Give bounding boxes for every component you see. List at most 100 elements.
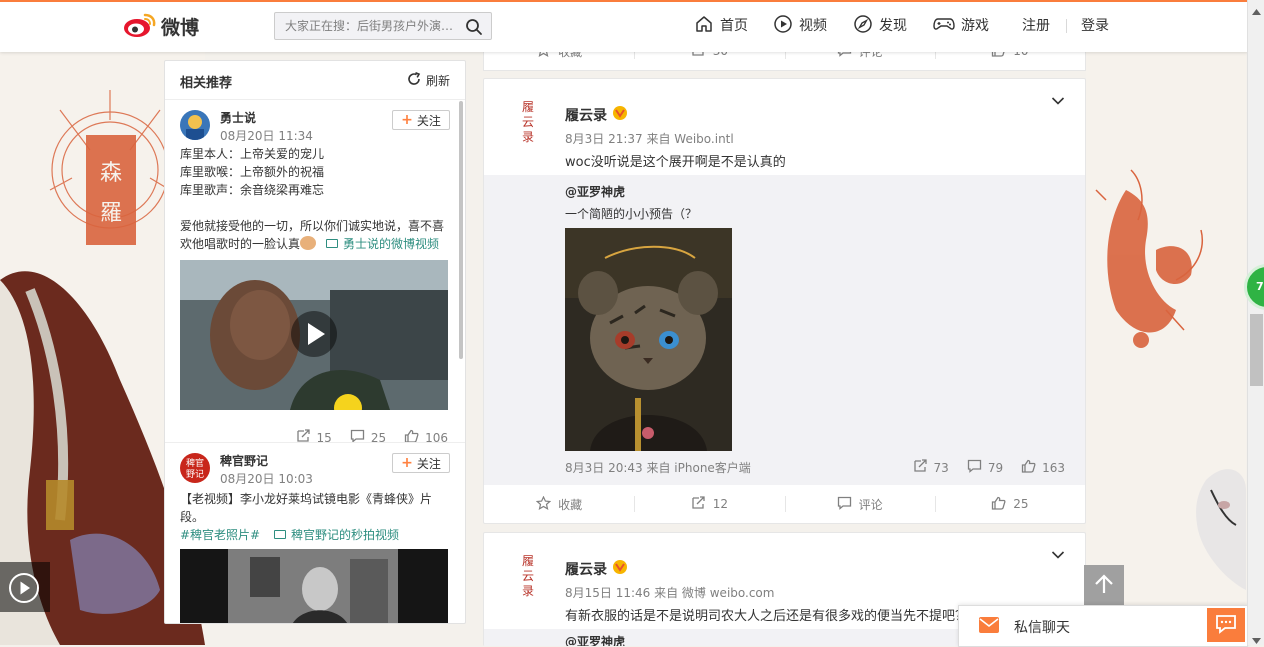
weibo-logo[interactable]: 微博: [123, 11, 199, 42]
follow-button[interactable]: + 关注: [392, 110, 450, 130]
weibo-logo-text: 微博: [161, 17, 200, 39]
refresh-label: 刷新: [425, 74, 450, 88]
nav-discover[interactable]: 发现: [853, 14, 907, 38]
chat-open-button[interactable]: [1207, 608, 1245, 642]
video-thumbnail[interactable]: [180, 549, 448, 623]
comment-icon: [350, 429, 365, 446]
like-count[interactable]: 163: [1021, 459, 1065, 476]
member-badge-icon: [612, 559, 628, 579]
register-link[interactable]: 注册: [1022, 14, 1050, 38]
post-stats: 15 25 106: [180, 429, 448, 446]
repost-icon: [296, 429, 311, 446]
svg-text:森: 森: [100, 161, 122, 186]
user-avatar-seal[interactable]: 履 云 录: [516, 551, 540, 604]
back-to-top-button[interactable]: [1084, 565, 1124, 605]
member-badge-icon: [612, 105, 628, 125]
reposted-user[interactable]: @亚罗神虎: [565, 633, 625, 646]
nav-games[interactable]: 游戏: [933, 14, 989, 38]
svg-text:云: 云: [522, 115, 534, 129]
search-icon[interactable]: [465, 18, 483, 39]
post-line: 欢他唱歌时的一脸认真: [180, 237, 301, 251]
post-author-name: 履云录: [565, 108, 607, 124]
video-link-label: 勇士说的微博视频: [343, 237, 440, 251]
user-name[interactable]: 稗官野记: [220, 452, 268, 469]
like-label: 25: [1013, 497, 1029, 511]
follow-button[interactable]: + 关注: [392, 453, 450, 473]
topic-tag-link[interactable]: #稗官老照片#: [180, 528, 260, 542]
cat-emoji-icon: [300, 236, 317, 250]
svg-text:录: 录: [522, 584, 534, 598]
reposted-stats: 73 79 163: [913, 459, 1065, 476]
post-author[interactable]: 履云录: [565, 105, 628, 125]
favorite-button[interactable]: 收藏: [484, 485, 634, 523]
comment-icon: [967, 459, 982, 476]
private-message-chat-bar[interactable]: 私信聊天: [958, 605, 1248, 647]
svg-text:羅: 羅: [100, 201, 122, 226]
repost-icon: [691, 495, 706, 513]
repost-count[interactable]: 15: [296, 429, 332, 446]
login-label: 登录: [1081, 18, 1109, 34]
comment-count[interactable]: 25: [350, 429, 386, 446]
background-music-player[interactable]: [0, 562, 50, 612]
scroll-up-arrow-icon[interactable]: [1252, 4, 1261, 18]
comment-icon: [837, 496, 852, 513]
top-navigation-bar: 微博 首页 视频 发现 游戏 注册 登录: [0, 0, 1248, 52]
post-line: 库里歌喉：上帝额外的祝福: [180, 165, 325, 179]
page-scrollbar[interactable]: [1247, 0, 1264, 645]
recommend-card: 勇士说 08月20日 11:34 + 关注 库里本人：上帝关爱的宠儿 库里歌喉：…: [180, 110, 450, 450]
repost-label: 12: [712, 497, 729, 511]
svg-text:云: 云: [522, 569, 534, 583]
login-link[interactable]: 登录: [1081, 14, 1109, 38]
thumbs-up-icon: [1021, 459, 1036, 476]
video-link[interactable]: 稗官野记的秒拍视频: [273, 528, 399, 542]
background-illustration-right: [1086, 50, 1246, 645]
chevron-down-icon[interactable]: [1051, 549, 1065, 563]
compass-icon: [853, 14, 873, 38]
follow-label: 关注: [416, 456, 441, 471]
card-divider: [165, 442, 465, 443]
repost-count[interactable]: 73: [913, 459, 949, 476]
reposted-user[interactable]: @亚罗神虎: [565, 183, 625, 200]
reposted-image[interactable]: [565, 228, 732, 451]
follow-label: 关注: [416, 113, 441, 128]
refresh-button[interactable]: 刷新: [407, 72, 450, 89]
post-text: woc没听说是这个展开啊是不是认真的: [565, 155, 786, 170]
thumbs-up-icon: [991, 496, 1006, 513]
comment-count[interactable]: 79: [967, 459, 1003, 476]
search-input[interactable]: [275, 14, 475, 38]
post-line-blank: [180, 199, 450, 217]
post-meta: 8月15日 11:46 来自 微博 weibo.com: [565, 586, 775, 600]
play-icon: [8, 572, 40, 607]
nav-video-label: 视频: [799, 18, 827, 34]
nav-home[interactable]: 首页: [694, 14, 748, 38]
nav-home-label: 首页: [720, 18, 748, 34]
recommend-card: 稗官 野记 稗官野记 08月20日 10:03 + 关注 【老视频】李小龙好莱坞试…: [180, 453, 450, 623]
post-line: 库里本人：上帝关爱的宠儿: [180, 147, 325, 161]
comment-button[interactable]: 评论: [784, 485, 935, 523]
scrollbar-thumb[interactable]: [1250, 314, 1263, 386]
avatar[interactable]: 稗官 野记: [180, 453, 210, 483]
home-icon: [694, 14, 714, 38]
reposted-text: 一个简陋的小小预告（？: [565, 207, 698, 221]
like-button[interactable]: 25: [934, 485, 1085, 523]
nav-discover-label: 发现: [879, 18, 907, 34]
video-thumbnail[interactable]: [180, 260, 448, 410]
repost-button[interactable]: 12: [634, 485, 784, 523]
panel-scrollbar[interactable]: [459, 101, 463, 359]
post-time: 08月20日 11:34: [220, 129, 313, 143]
post-line: 库里歌声：余音绕梁再难忘: [180, 183, 325, 197]
avatar[interactable]: [180, 110, 210, 140]
post-text: 库里本人：上帝关爱的宠儿 库里歌喉：上帝额外的祝福 库里歌声：余音绕梁再难忘 爱…: [180, 145, 450, 253]
nav-divider: [1066, 19, 1067, 33]
user-name[interactable]: 勇士说: [220, 109, 256, 126]
post-author[interactable]: 履云录: [565, 559, 628, 579]
video-link-label: 稗官野记的秒拍视频: [290, 528, 399, 542]
nav-video[interactable]: 视频: [773, 14, 827, 38]
video-link[interactable]: 勇士说的微博视频: [326, 237, 439, 251]
star-icon: [535, 495, 552, 513]
user-avatar-seal[interactable]: 履 云 录: [516, 97, 540, 150]
chevron-down-icon[interactable]: [1051, 95, 1065, 109]
mail-icon: [979, 617, 999, 636]
like-count[interactable]: 106: [404, 429, 448, 446]
chat-bubble-icon: [1215, 614, 1237, 637]
